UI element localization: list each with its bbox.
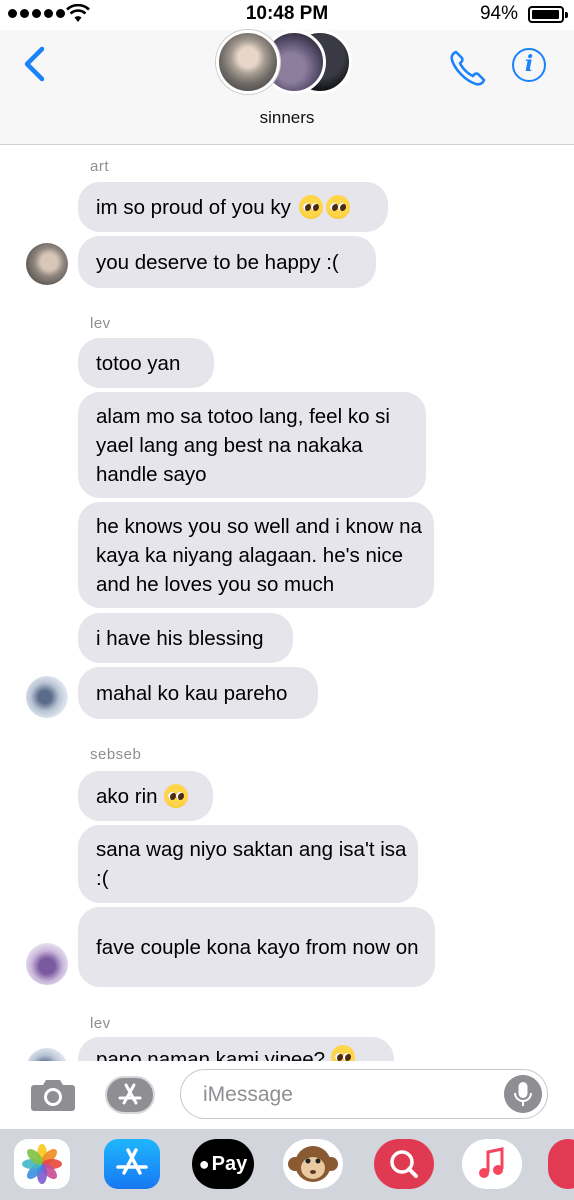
- avatar[interactable]: [26, 243, 68, 285]
- message-bubble[interactable]: sana wag niyo saktan ang isa't isa :(: [78, 825, 418, 903]
- pleading-face-emoji-icon: [325, 195, 350, 219]
- message-bubble[interactable]: totoo yan: [78, 338, 214, 388]
- animoji-monkey-icon[interactable]: [283, 1139, 343, 1189]
- conversation-header: sinners i: [0, 30, 574, 145]
- message-text: i have his blessing: [96, 626, 264, 650]
- message-bubble[interactable]: fave couple kona kayo from now on: [78, 907, 435, 987]
- avatar[interactable]: [26, 676, 68, 718]
- message-bubble[interactable]: you deserve to be happy :(: [78, 236, 376, 288]
- message-bubble[interactable]: mahal ko kau pareho: [78, 667, 318, 719]
- app-store-icon[interactable]: [104, 1139, 160, 1189]
- partial-message-row: pano naman kami yipee?: [0, 1036, 574, 1061]
- message-text: pano naman kami yipee?: [96, 1048, 326, 1061]
- message-bubble[interactable]: ako rin: [78, 771, 213, 821]
- microphone-icon[interactable]: [504, 1075, 542, 1113]
- heart-app-icon[interactable]: [548, 1139, 574, 1189]
- sender-name: lev: [90, 315, 111, 332]
- avatar[interactable]: [26, 1048, 68, 1061]
- message-bubble[interactable]: pano naman kami yipee?: [78, 1037, 394, 1061]
- apple-pay-icon[interactable]: ● Pay: [192, 1139, 254, 1189]
- message-text: you deserve to be happy :(: [96, 250, 339, 274]
- message-text: mahal ko kau pareho: [96, 681, 288, 705]
- sender-name: art: [90, 158, 110, 175]
- avatar[interactable]: [26, 943, 68, 985]
- message-text: alam mo sa totoo lang, feel ko si yael l…: [96, 404, 390, 486]
- message-input[interactable]: [201, 1079, 505, 1111]
- message-text: ako rin: [96, 784, 158, 808]
- battery-percentage: 94%: [479, 3, 518, 24]
- emoji-icon: [331, 1045, 356, 1061]
- info-icon[interactable]: i: [512, 48, 546, 82]
- back-chevron-icon[interactable]: [18, 44, 54, 84]
- battery-icon: [528, 6, 568, 23]
- web-search-icon[interactable]: [374, 1139, 434, 1189]
- message-text: totoo yan: [96, 351, 181, 375]
- apple-pay-label: Pay: [211, 1152, 248, 1175]
- message-text: im so proud of you ky: [96, 195, 291, 219]
- message-bubble[interactable]: he knows you so well and i know na kaya …: [78, 502, 434, 608]
- photos-app-icon[interactable]: [14, 1139, 70, 1189]
- group-name[interactable]: sinners: [0, 108, 574, 128]
- pleading-face-emoji-icon: [163, 784, 188, 808]
- app-store-button-icon[interactable]: [104, 1075, 156, 1115]
- app-drawer: ● Pay: [0, 1129, 574, 1200]
- phone-icon[interactable]: [448, 48, 488, 88]
- apple-logo-icon: ●: [198, 1153, 210, 1174]
- camera-icon[interactable]: [30, 1078, 76, 1112]
- message-bubble[interactable]: alam mo sa totoo lang, feel ko si yael l…: [78, 392, 426, 498]
- status-bar: 10:48 PM 94%: [0, 0, 574, 30]
- sender-name: lev: [90, 1015, 111, 1032]
- music-app-icon[interactable]: [462, 1139, 522, 1189]
- message-text: fave couple kona kayo from now on: [96, 935, 419, 959]
- message-text: he knows you so well and i know na kaya …: [96, 514, 422, 596]
- message-bubble[interactable]: im so proud of you ky: [78, 182, 388, 232]
- imessage-field[interactable]: [180, 1069, 548, 1119]
- group-avatar: [216, 30, 280, 94]
- message-text: sana wag niyo saktan ang isa't isa :(: [96, 838, 407, 890]
- sender-name: sebseb: [90, 746, 142, 763]
- group-avatars[interactable]: [216, 30, 366, 96]
- message-bubble[interactable]: i have his blessing: [78, 613, 293, 663]
- pleading-face-emoji-icon: [298, 195, 323, 219]
- composer-bar: [0, 1061, 574, 1129]
